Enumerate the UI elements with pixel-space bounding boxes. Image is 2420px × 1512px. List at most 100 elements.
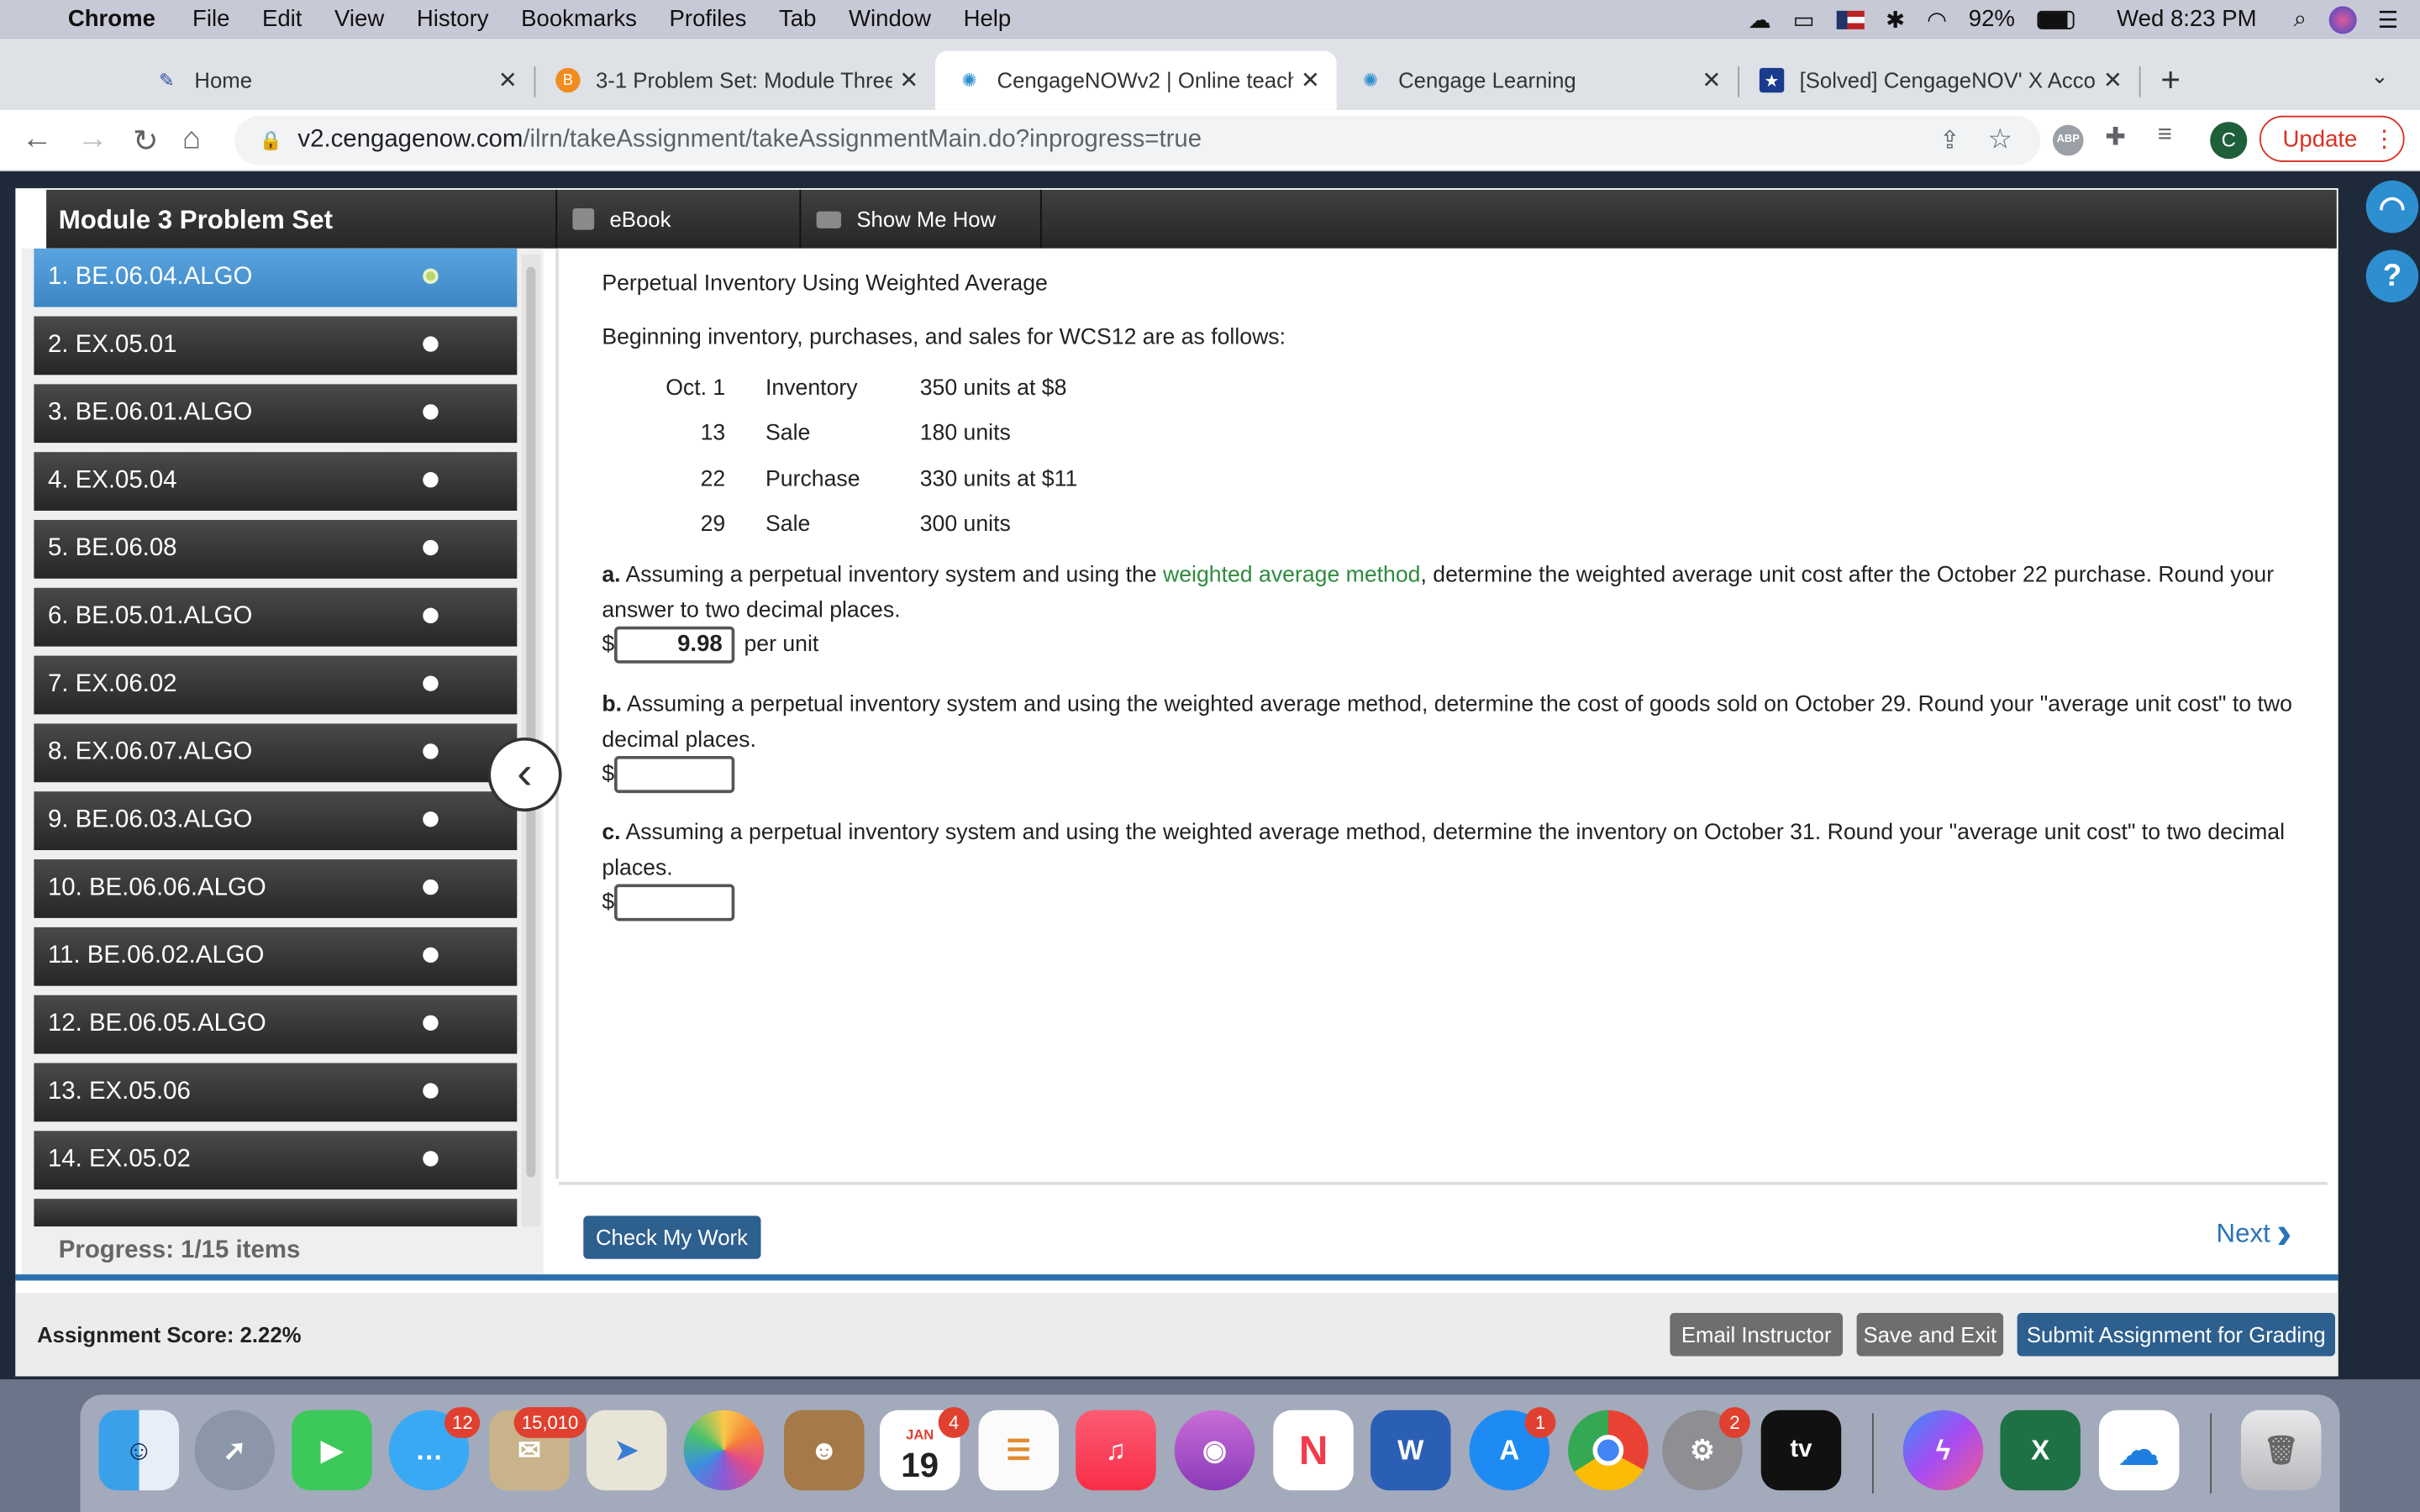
excel-icon[interactable]: X	[2000, 1410, 2081, 1491]
tab-cengage-learning[interactable]: ✺ Cengage Learning ✕	[1337, 51, 1740, 110]
answer-a-input[interactable]: 9.98	[614, 626, 735, 664]
save-and-exit-button[interactable]: Save and Exit	[1856, 1313, 2004, 1357]
photos-icon[interactable]	[683, 1410, 765, 1491]
maps-icon[interactable]: ➤	[586, 1410, 667, 1491]
menu-bookmarks[interactable]: Bookmarks	[521, 6, 637, 32]
finder-icon[interactable]: ☺	[98, 1410, 180, 1491]
question-item-12[interactable]: 12. BE.06.05.ALGO	[34, 995, 518, 1054]
onedrive-cloud-icon[interactable]: ☁	[2098, 1410, 2180, 1491]
tab-problem-set[interactable]: B 3-1 Problem Set: Module Three ✕	[534, 51, 936, 110]
problem-title: Perpetual Inventory Using Weighted Avera…	[602, 271, 1048, 297]
word-icon[interactable]: W	[1370, 1410, 1451, 1491]
question-item-2[interactable]: 2. EX.05.01	[34, 316, 518, 375]
tab-cengagenow[interactable]: ✺ CengageNOWv2 | Online teach ✕	[935, 50, 1337, 110]
status-dot-icon	[423, 472, 439, 488]
flag-icon[interactable]	[1836, 9, 1865, 29]
collapse-sidebar-button[interactable]: ‹	[487, 737, 562, 812]
menu-edit[interactable]: Edit	[262, 6, 302, 32]
adblock-extension-icon[interactable]: ABP	[2052, 124, 2084, 156]
headset-support-icon[interactable]: ◠	[2365, 180, 2419, 234]
podcasts-icon[interactable]: ◉	[1174, 1410, 1255, 1491]
search-icon[interactable]: ⌕	[2294, 6, 2307, 32]
chrome-icon[interactable]	[1568, 1410, 1649, 1491]
apple-tv-icon[interactable]: tv	[1760, 1410, 1842, 1491]
question-item-13[interactable]: 13. EX.05.06	[34, 1063, 518, 1122]
music-icon[interactable]: ♫	[1076, 1410, 1156, 1491]
help-icon[interactable]: ?	[2365, 249, 2419, 303]
question-item-4[interactable]: 4. EX.05.04	[34, 452, 518, 511]
siri-icon[interactable]	[2328, 5, 2356, 34]
menu-window[interactable]: Window	[849, 6, 931, 32]
tab-title: Home	[194, 67, 253, 93]
clock[interactable]: Wed 8:23 PM	[2117, 6, 2256, 32]
share-icon[interactable]: ⇪	[1939, 125, 1960, 156]
address-bar[interactable]: 🔒 v2.cengagenow.com /ilrn/takeAssignment…	[234, 115, 2041, 165]
menu-tab[interactable]: Tab	[779, 6, 816, 32]
question-item-7[interactable]: 7. EX.06.02	[34, 655, 518, 715]
question-label: 11. BE.06.02.ALGO	[47, 942, 265, 969]
contacts-icon[interactable]: ☻	[784, 1410, 865, 1491]
launchpad-icon[interactable]: ➚	[194, 1410, 275, 1491]
reload-icon[interactable]: ↻	[133, 122, 159, 160]
creative-cloud-icon[interactable]: ☁	[1748, 5, 1771, 33]
question-item-8[interactable]: 8. EX.06.07.ALGO	[34, 723, 518, 783]
control-center-icon[interactable]: ☰	[2378, 5, 2399, 33]
answer-c-input[interactable]	[614, 884, 735, 921]
menu-profiles[interactable]: Profiles	[670, 6, 747, 32]
question-item-15-partial[interactable]	[34, 1199, 518, 1227]
reading-list-icon[interactable]: ≡	[2158, 122, 2172, 150]
home-icon[interactable]: ⌂	[182, 122, 201, 157]
close-icon[interactable]: ✕	[892, 66, 926, 94]
check-my-work-button[interactable]: Check My Work	[583, 1215, 760, 1259]
bluetooth-icon[interactable]: ✱	[1886, 5, 1905, 33]
dock-separator	[1871, 1413, 1874, 1494]
menu-view[interactable]: View	[334, 6, 384, 32]
close-icon[interactable]: ✕	[2096, 66, 2129, 94]
trash-icon[interactable]: 🗑	[2240, 1410, 2322, 1491]
extensions-puzzle-icon[interactable]: ✚	[2105, 122, 2126, 153]
next-button[interactable]: Next ›	[2217, 1210, 2292, 1257]
forward-icon[interactable]: →	[77, 122, 108, 157]
reminders-icon[interactable]: ☰	[978, 1410, 1060, 1491]
question-item-1[interactable]: 1. BE.06.04.ALGO	[34, 248, 518, 307]
close-icon[interactable]: ✕	[491, 66, 524, 94]
sidebar-scrollbar-thumb[interactable]	[526, 266, 536, 1178]
submit-assignment-button[interactable]: Submit Assignment for Grading	[2017, 1313, 2335, 1357]
answer-c-row: $	[602, 884, 735, 921]
question-item-5[interactable]: 5. BE.06.08	[34, 519, 518, 579]
question-item-10[interactable]: 10. BE.06.06.ALGO	[34, 859, 518, 918]
question-item-3[interactable]: 3. BE.06.01.ALGO	[34, 384, 518, 444]
lock-icon[interactable]: 🔒	[260, 129, 282, 151]
menu-help[interactable]: Help	[964, 6, 1012, 32]
menu-history[interactable]: History	[417, 6, 489, 32]
ebook-button[interactable]: eBook	[555, 189, 799, 249]
wifi-icon[interactable]: ◠	[1927, 5, 1947, 33]
question-item-14[interactable]: 14. EX.05.02	[34, 1131, 518, 1190]
question-item-6[interactable]: 6. BE.05.01.ALGO	[34, 587, 518, 647]
show-me-how-button[interactable]: Show Me How	[799, 189, 1042, 249]
weighted-average-method-link[interactable]: weighted average method	[1163, 563, 1421, 587]
news-icon[interactable]: N	[1273, 1410, 1354, 1491]
facetime-icon[interactable]: ▶	[292, 1410, 372, 1491]
bookmark-star-icon[interactable]: ☆	[1987, 123, 2012, 156]
messenger-icon[interactable]: ϟ	[1902, 1410, 1984, 1491]
email-instructor-button[interactable]: Email Instructor	[1670, 1313, 1844, 1357]
tab-solved[interactable]: ★ [Solved] CengageNOV' X Acco ✕	[1738, 51, 2141, 110]
new-tab-icon[interactable]: +	[2160, 60, 2181, 101]
airplay-icon[interactable]: ▭	[1793, 5, 1815, 33]
tab-home[interactable]: ✎ Home ✕	[133, 51, 536, 110]
kebab-menu-icon[interactable]: ⋮	[2373, 125, 2396, 153]
answer-b-input[interactable]	[614, 756, 735, 794]
close-icon[interactable]: ✕	[1695, 66, 1728, 94]
question-item-9[interactable]: 9. BE.06.03.ALGO	[34, 791, 518, 851]
update-button[interactable]: Update ⋮	[2259, 115, 2405, 162]
battery-icon[interactable]	[2036, 9, 2074, 29]
menu-app-name[interactable]: Chrome	[68, 6, 155, 32]
profile-avatar[interactable]: C	[2210, 122, 2248, 160]
tab-search-chevron-down-icon[interactable]: ⌄	[2370, 63, 2389, 89]
close-icon[interactable]: ✕	[1293, 66, 1327, 94]
menu-file[interactable]: File	[192, 6, 229, 32]
question-item-11[interactable]: 11. BE.06.02.ALGO	[34, 927, 518, 986]
back-icon[interactable]: ←	[22, 122, 53, 157]
tab-title: 3-1 Problem Set: Module Three	[595, 67, 892, 93]
